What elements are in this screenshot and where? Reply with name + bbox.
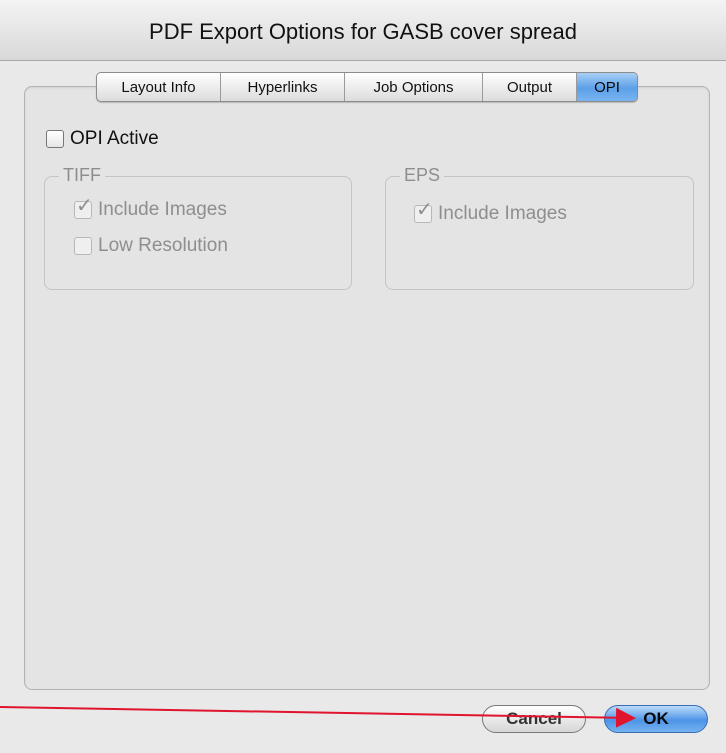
annotation-arrow — [0, 706, 636, 728]
pdf-export-options-dialog: PDF Export Options for GASB cover spread… — [0, 0, 726, 753]
